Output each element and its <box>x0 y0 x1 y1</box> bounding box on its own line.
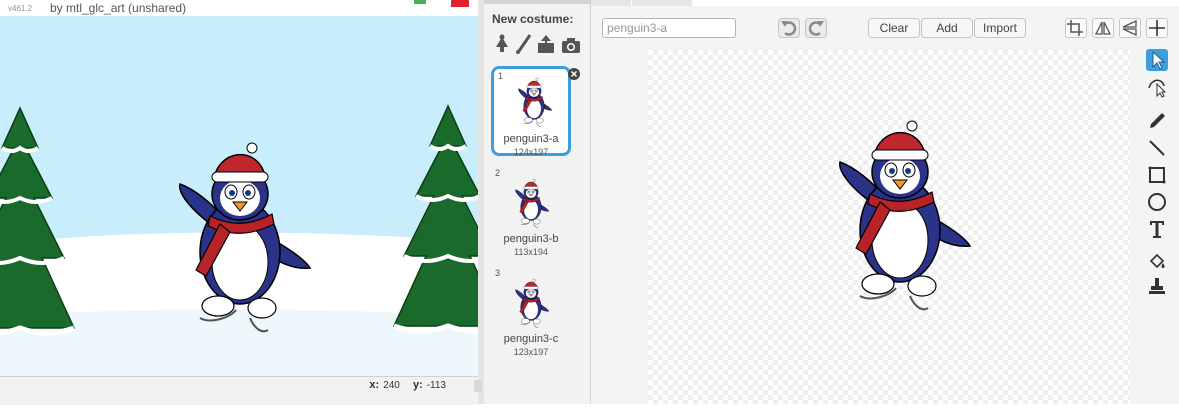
import-button[interactable]: Import <box>974 18 1026 38</box>
clear-button[interactable]: Clear <box>868 18 920 38</box>
fill-icon <box>1149 253 1165 269</box>
crop-button[interactable] <box>1065 18 1087 38</box>
choose-from-library-icon[interactable] <box>492 33 512 55</box>
collapse-stage-tab[interactable] <box>474 380 482 392</box>
tab-scripts[interactable] <box>591 0 631 6</box>
costume-number: 2 <box>495 168 501 178</box>
costume-item[interactable]: 3 penguin3-c 123x197 <box>491 266 571 357</box>
tool-rectangle[interactable] <box>1146 164 1168 186</box>
editor-tab-bar <box>591 0 1179 6</box>
tool-line[interactable] <box>1146 137 1168 159</box>
rectangle-icon <box>1148 166 1166 184</box>
redo-icon <box>808 21 824 36</box>
flip-horizontal-icon <box>1094 21 1112 35</box>
paint-canvas[interactable] <box>648 50 1130 404</box>
set-center-button[interactable] <box>1146 18 1168 38</box>
tool-reshape[interactable] <box>1146 76 1168 98</box>
costume-item[interactable]: 1 penguin3-a 124x197 <box>491 66 571 157</box>
costume-name: penguin3-b <box>503 233 559 245</box>
x-label: x: <box>369 379 380 391</box>
costume-name: penguin3-c <box>503 333 559 345</box>
mouse-coordinates: x: 240 y: -113 <box>369 379 456 391</box>
costume-size: 124x197 <box>513 147 549 157</box>
tool-fill[interactable] <box>1146 251 1168 273</box>
tool-ellipse[interactable] <box>1146 191 1168 213</box>
stage-backdrop <box>0 16 478 376</box>
tool-select[interactable] <box>1146 49 1168 71</box>
stop-icon[interactable] <box>451 0 469 7</box>
tool-text[interactable] <box>1146 218 1168 240</box>
undo-icon <box>781 21 797 36</box>
tab-strip <box>484 0 590 4</box>
stage[interactable] <box>0 16 478 376</box>
pencil-icon <box>1150 113 1165 128</box>
add-button[interactable]: Add <box>921 18 973 38</box>
flip-vertical-button[interactable] <box>1119 18 1141 38</box>
tab-costumes[interactable] <box>632 0 692 6</box>
y-label: y: <box>412 379 423 391</box>
project-author-label: by mtl_glc_art (unshared) <box>50 1 187 15</box>
camera-icon[interactable] <box>561 33 581 55</box>
version-label: v461.2 <box>8 4 33 13</box>
costume-thumbnail <box>515 278 549 328</box>
undo-button[interactable] <box>778 18 800 38</box>
select-icon <box>1152 50 1166 70</box>
line-icon <box>1149 140 1165 156</box>
costume-item[interactable]: 2 penguin3-b 113x194 <box>491 166 571 257</box>
reshape-icon <box>1148 79 1167 98</box>
costume-list-pane: New costume: 1 penguin3-a 124x197 2 peng… <box>484 0 591 404</box>
flip-horizontal-button[interactable] <box>1092 18 1114 38</box>
crop-icon <box>1067 20 1083 36</box>
redo-button[interactable] <box>805 18 827 38</box>
costume-name-input[interactable] <box>602 18 736 38</box>
stamp-icon <box>1149 278 1165 294</box>
green-flag-icon[interactable] <box>414 0 426 4</box>
paint-new-costume-icon[interactable] <box>514 33 534 55</box>
costume-name: penguin3-a <box>503 133 559 145</box>
costume-size: 123x197 <box>513 347 549 357</box>
set-center-icon <box>1149 20 1165 36</box>
stage-header: v461.2 by mtl_glc_art (unshared) <box>0 0 478 16</box>
new-costume-label: New costume: <box>492 12 574 26</box>
costume-thumbnail <box>515 178 549 228</box>
costume-number: 1 <box>498 71 504 81</box>
paint-editor: Clear Add Import <box>591 0 1179 404</box>
costume-number: 3 <box>495 268 501 278</box>
costume-thumbnail <box>518 77 552 127</box>
x-value: 240 <box>383 380 400 391</box>
text-icon <box>1150 221 1164 238</box>
costume-size: 113x194 <box>514 247 548 257</box>
y-value: -113 <box>426 380 446 391</box>
tool-pencil[interactable] <box>1146 110 1168 132</box>
tool-stamp[interactable] <box>1146 275 1168 297</box>
delete-costume-icon[interactable] <box>568 68 580 80</box>
stage-footer: x: 240 y: -113 <box>0 376 478 405</box>
upload-costume-icon[interactable] <box>536 33 556 55</box>
ellipse-icon <box>1148 193 1166 211</box>
canvas-costume-image <box>838 120 971 311</box>
flip-vertical-icon <box>1122 19 1137 37</box>
